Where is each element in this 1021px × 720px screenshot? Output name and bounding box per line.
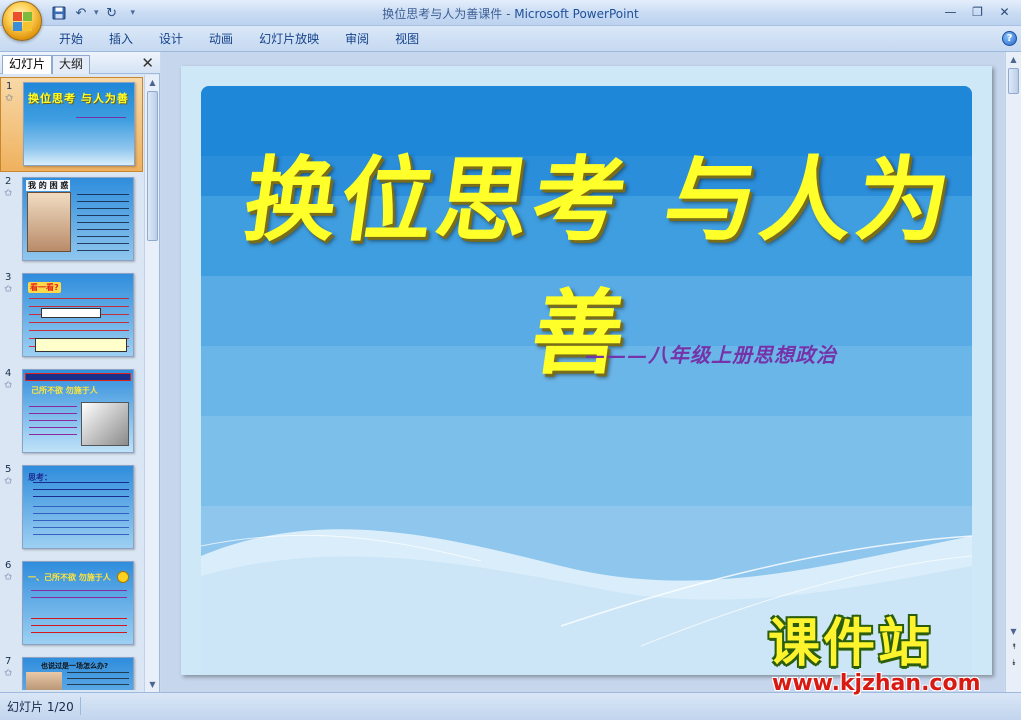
- tab-insert[interactable]: 插入: [96, 30, 146, 48]
- slide-scrollbar[interactable]: ▲ ⯭ ⯯ ▼: [1005, 52, 1021, 692]
- thumbnail-picture: [26, 672, 62, 690]
- tab-design[interactable]: 设计: [146, 30, 196, 48]
- thumbnail-title: 换位思考 与人为善: [28, 92, 129, 105]
- thumbnail-title: 我 的 困 惑: [26, 180, 71, 191]
- close-icon[interactable]: ✕: [992, 2, 1017, 21]
- slide-thumbnail-2[interactable]: 2 ✩ 我 的 困 惑: [0, 173, 143, 268]
- smiley-icon: [117, 571, 129, 583]
- thumbnail-preview: 己所不欲 勿施于人: [22, 369, 134, 453]
- scroll-up-icon[interactable]: ▲: [145, 75, 160, 90]
- next-slide-icon[interactable]: ⯯: [1008, 658, 1020, 668]
- thumbnail-list: 1 ✩ 换位思考 与人为善 2 ✩ 我 的 困 惑 3 ✩ 看一看? 4 ✩ 己…: [0, 75, 143, 690]
- animation-star-icon: ✩: [4, 668, 13, 679]
- thumbnail-banner: [25, 373, 131, 381]
- animation-star-icon: ✩: [4, 476, 13, 487]
- app-name: Microsoft PowerPoint: [514, 7, 639, 21]
- thumbnail-text-lines: [67, 672, 129, 690]
- slide-thumbnail-4[interactable]: 4 ✩ 己所不欲 勿施于人: [0, 365, 143, 460]
- restore-icon[interactable]: ❐: [965, 2, 990, 21]
- office-logo-icon: [13, 12, 33, 32]
- thumbnail-rule: [76, 117, 126, 118]
- animation-star-icon: ✩: [4, 284, 13, 295]
- title-separator: -: [502, 7, 515, 21]
- thumbnail-box: [35, 338, 127, 352]
- tab-review[interactable]: 审阅: [332, 30, 382, 48]
- site-watermark: 课件站 www.kjzhan.com: [768, 615, 1008, 697]
- thumbnail-preview: 一、己所不欲 勿施于人: [22, 561, 134, 645]
- thumbnail-number: 2: [5, 176, 12, 187]
- thumbnail-title: 一、己所不欲 勿施于人: [28, 573, 111, 582]
- thumbnail-text-lines: [29, 406, 77, 436]
- thumbnail-number: 4: [5, 368, 12, 379]
- thumbnail-text-lines: [33, 482, 129, 498]
- close-pane-icon[interactable]: ✕: [141, 54, 154, 72]
- status-separator: [80, 697, 81, 715]
- tab-slides[interactable]: 幻灯片: [2, 55, 53, 74]
- thumbnail-preview: 看一看?: [22, 273, 134, 357]
- thumbnail-preview: 我 的 困 惑: [22, 177, 134, 261]
- slide-thumbnail-3[interactable]: 3 ✩ 看一看?: [0, 269, 143, 364]
- slides-pane: 幻灯片 大纲 ✕ 1 ✩ 换位思考 与人为善 2 ✩ 我 的 困 惑 3 ✩ 看…: [0, 52, 160, 692]
- thumbnail-title: 看一看?: [28, 282, 61, 293]
- scrollbar-thumb[interactable]: [147, 91, 158, 241]
- document-title: 换位思考与人为善课件: [382, 7, 503, 21]
- animation-star-icon: ✩: [4, 572, 13, 583]
- tab-slide-show[interactable]: 幻灯片放映: [246, 30, 332, 48]
- slide-editing-area: 换位思考 与人为善 ———八年级上册思想政治: [161, 52, 1004, 692]
- animation-star-icon: ✩: [4, 380, 13, 391]
- minimize-icon[interactable]: —: [938, 2, 963, 21]
- animation-star-icon: ✩: [5, 93, 14, 104]
- help-icon[interactable]: ?: [1002, 31, 1017, 46]
- slide-indicator: 幻灯片 1/20: [7, 700, 74, 714]
- title-bar: ↶ ▾ ↻ ▾ 换位思考与人为善课件 - Microsoft PowerPoin…: [0, 0, 1021, 26]
- thumbnail-picture: [27, 192, 71, 252]
- thumbnail-preview: 思考：: [22, 465, 134, 549]
- thumbnail-text-lines: [31, 618, 127, 636]
- thumbnail-title: 也说过是一场怎么办?: [41, 662, 109, 670]
- tab-view[interactable]: 视图: [382, 30, 432, 48]
- thumbnail-number: 6: [5, 560, 12, 571]
- office-button[interactable]: [2, 1, 42, 41]
- scroll-up-icon[interactable]: ▲: [1006, 52, 1021, 67]
- thumbnail-scrollbar[interactable]: ▲ ▼: [144, 75, 159, 692]
- tab-animations[interactable]: 动画: [196, 30, 246, 48]
- thumbnail-title: 己所不欲 勿施于人: [31, 386, 98, 395]
- slide-thumbnail-1[interactable]: 1 ✩ 换位思考 与人为善: [0, 77, 143, 172]
- thumbnail-preview: 换位思考 与人为善: [23, 82, 135, 166]
- window-title: 换位思考与人为善课件 - Microsoft PowerPoint: [0, 5, 1021, 22]
- thumbnail-number: 5: [5, 464, 12, 475]
- thumbnail-number: 1: [6, 81, 13, 92]
- current-slide[interactable]: 换位思考 与人为善 ———八年级上册思想政治: [181, 66, 992, 675]
- thumbnail-preview: 也说过是一场怎么办?: [22, 657, 134, 690]
- previous-slide-icon[interactable]: ⯭: [1008, 642, 1020, 652]
- slide-thumbnail-5[interactable]: 5 ✩ 思考：: [0, 461, 143, 556]
- window-controls: — ❐ ✕: [938, 2, 1017, 21]
- thumbnail-text-lines: [33, 506, 129, 536]
- scrollbar-thumb[interactable]: [1008, 68, 1019, 94]
- thumbnail-number: 3: [5, 272, 12, 283]
- pane-tabs: 幻灯片 大纲 ✕: [0, 52, 160, 74]
- scroll-down-icon[interactable]: ▼: [145, 677, 160, 692]
- thumbnail-text-lines: [31, 590, 127, 604]
- ribbon: 开始 插入 设计 动画 幻灯片放映 审阅 视图 ?: [0, 26, 1021, 52]
- thumbnail-box: [41, 308, 101, 318]
- thumbnail-picture: [81, 402, 129, 446]
- watermark-text: 课件站: [768, 614, 934, 674]
- slide-subtitle[interactable]: ———八年级上册思想政治: [585, 339, 837, 368]
- thumbnail-text-lines: [77, 194, 129, 254]
- ribbon-tabs: 开始 插入 设计 动画 幻灯片放映 审阅 视图: [46, 30, 432, 48]
- animation-star-icon: ✩: [4, 188, 13, 199]
- scroll-down-icon[interactable]: ▼: [1006, 624, 1021, 639]
- slide-thumbnail-7[interactable]: 7 ✩ 也说过是一场怎么办?: [0, 653, 143, 690]
- slide-thumbnail-6[interactable]: 6 ✩ 一、己所不欲 勿施于人: [0, 557, 143, 652]
- tab-home[interactable]: 开始: [46, 30, 96, 48]
- thumbnail-number: 7: [5, 656, 12, 667]
- tab-outline[interactable]: 大纲: [52, 55, 91, 74]
- watermark-url: www.kjzhan.com: [772, 671, 981, 696]
